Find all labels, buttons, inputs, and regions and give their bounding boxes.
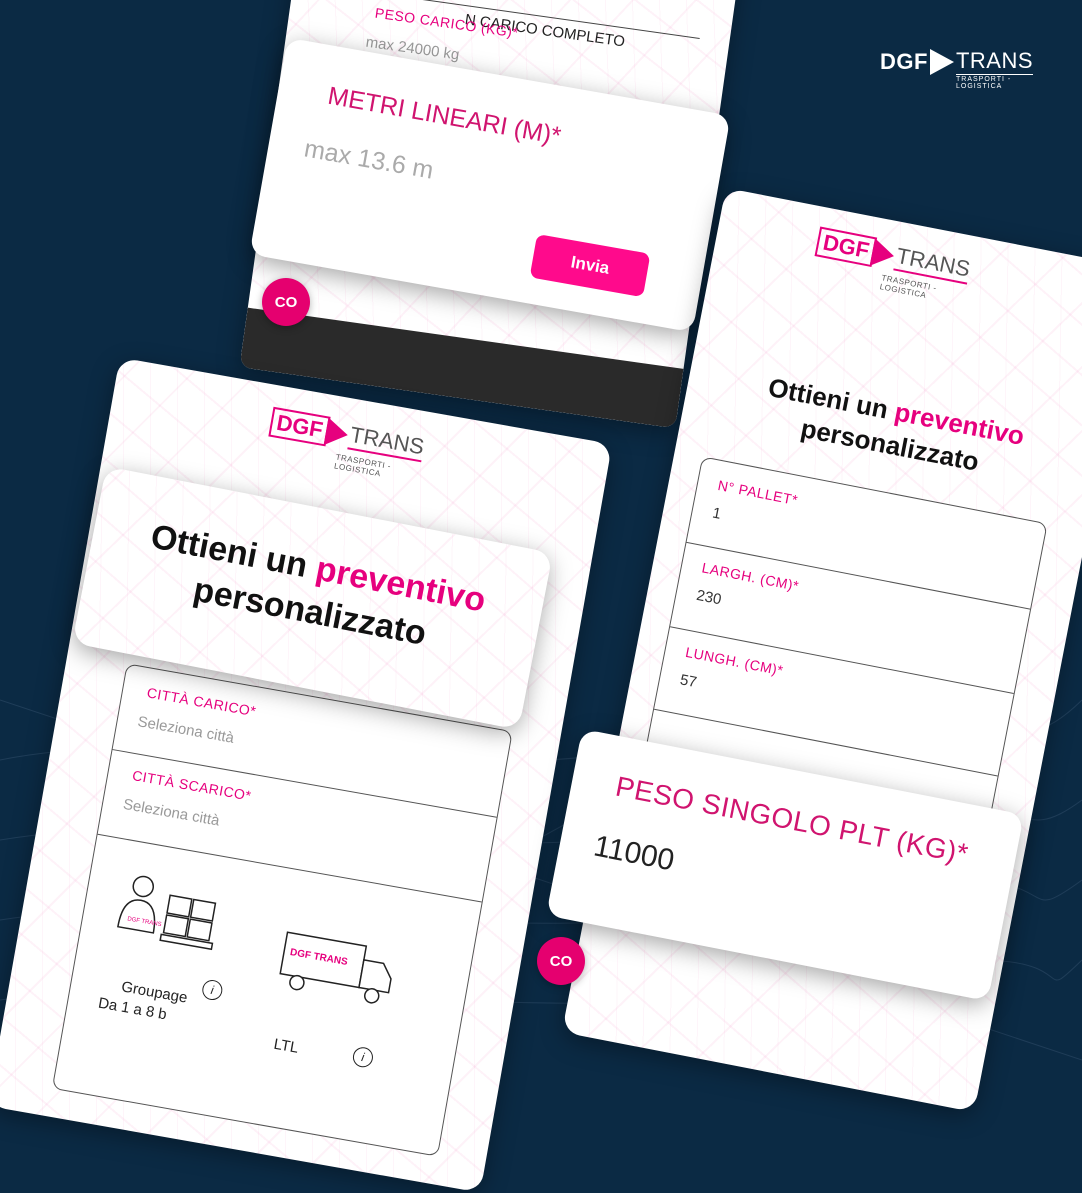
peso-singolo-input[interactable]: 11000 xyxy=(591,830,677,879)
citta-carico-label: CITTÀ CARICO* xyxy=(145,684,258,720)
metri-lineari-input[interactable]: max 13.6 m xyxy=(302,134,435,185)
brand-logo: DGF TRANS TRASPORTI - LOGISTICA xyxy=(880,48,1040,94)
person-boxes-icon: DGF TRANS xyxy=(117,875,217,951)
pallet-input[interactable]: 1 xyxy=(711,504,722,522)
metri-lineari-label: METRI LINEARI (M)* xyxy=(325,81,564,151)
invia-button[interactable]: Invia xyxy=(529,233,651,298)
brand-right: TRANS xyxy=(955,48,1034,75)
ltl-title: LTL xyxy=(272,1035,300,1057)
groupage-option[interactable]: DGF TRANS Groupage Da 1 a 8 b i xyxy=(96,867,270,1041)
ltl-option[interactable]: DGF TRANS LTL i xyxy=(259,926,433,1100)
largh-input[interactable]: 230 xyxy=(695,587,723,608)
truck-icon: DGF TRANS xyxy=(279,931,392,1004)
lungh-input[interactable]: 57 xyxy=(679,671,699,691)
brand-tagline: TRASPORTI - LOGISTICA xyxy=(956,76,1012,90)
citta-scarico-select[interactable]: Seleziona città xyxy=(122,796,221,830)
right-logo-arrow-icon xyxy=(870,238,898,270)
lungh-label: LUNGH. (CM)* xyxy=(684,643,785,679)
left-logo-arrow-icon xyxy=(324,417,351,449)
ltl-info-icon[interactable]: i xyxy=(351,1045,375,1069)
pallet-label: N° PALLET* xyxy=(716,476,800,509)
citta-scarico-label: CITTÀ SCARICO* xyxy=(131,767,253,804)
citta-carico-select[interactable]: Seleziona città xyxy=(136,713,235,747)
chat-button-top[interactable]: CO xyxy=(262,278,310,326)
brand-left: DGF xyxy=(880,48,928,74)
largh-label: LARGH. (CM)* xyxy=(700,559,801,594)
brand-arrow-icon xyxy=(929,48,954,75)
chat-button-right[interactable]: CO xyxy=(537,937,585,985)
groupage-info-icon[interactable]: i xyxy=(200,978,224,1002)
left-form: CITTÀ CARICO* Seleziona città CITTÀ SCAR… xyxy=(51,663,513,1157)
